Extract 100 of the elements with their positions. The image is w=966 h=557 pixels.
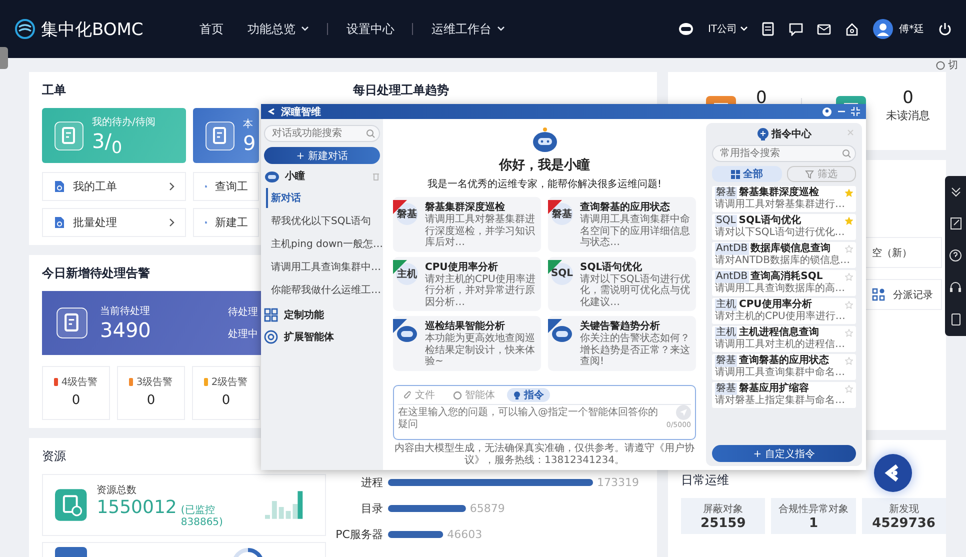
alert-level-tile[interactable]: 2级告警 0 [192, 366, 260, 420]
company-dropdown[interactable]: IT公司 [708, 22, 748, 36]
star-icon[interactable] [845, 301, 853, 309]
category-tag: 主机 [396, 262, 418, 284]
stat-tile[interactable]: 新发现 4529736 [862, 498, 946, 534]
command-title: 磐基集群深度巡检 [739, 187, 819, 198]
feature-item[interactable]: 扩展智能体 [264, 330, 380, 344]
star-icon[interactable] [845, 217, 853, 225]
command-item[interactable]: 磐基 磐基应用扩缩容 请对磐基上指定集群与命名… [712, 382, 856, 408]
filter-tab[interactable]: 全部 [712, 166, 782, 182]
link-item[interactable]: 新建工 [193, 208, 259, 237]
home-icon[interactable] [845, 22, 859, 36]
side-handle[interactable] [0, 47, 8, 69]
command-title: 主机进程信息查询 [739, 327, 819, 338]
stat-tile[interactable]: 合规性异常对象 1 [771, 498, 856, 534]
nav-link[interactable]: 运维工作台 [425, 20, 512, 38]
banner-side-label: 处理中 [228, 328, 258, 341]
star-icon[interactable] [845, 245, 853, 253]
document-icon [55, 489, 87, 521]
card-title: SQL语句优化 [580, 260, 644, 274]
mail-icon[interactable] [817, 24, 831, 34]
command-item[interactable]: AntDB 查询高消耗SQL 请调用工具查询数据库的高… [712, 270, 856, 296]
section-title: 日常运维 [681, 472, 729, 489]
command-item[interactable]: SQL SQL语句优化 请对以下SQL语句进行优化… [712, 214, 856, 240]
double-chevron-icon[interactable] [950, 186, 962, 198]
link-item[interactable]: 我的工单 [42, 172, 186, 201]
star-icon[interactable] [845, 357, 853, 365]
message-count: 0 [902, 88, 914, 108]
command-description: 请调用工具对主机的进程信… [715, 339, 846, 351]
chat-item[interactable]: 新对话 [266, 188, 380, 208]
alert-level-tile[interactable]: 4级告警 0 [42, 366, 110, 420]
chat-item[interactable]: 主机ping down一般怎… [266, 234, 380, 254]
edit-icon[interactable] [950, 216, 962, 230]
monitored-count: (已监控838865) [180, 504, 224, 528]
suggestion-card[interactable]: 关键告警趋势分析 你关注的告警状态如何？增长趋势是否正常？来这查阅! [548, 316, 696, 370]
avatar-icon[interactable] [873, 19, 893, 39]
search-field[interactable]: 对话或功能搜索 [264, 125, 380, 142]
category-tag: SQL [551, 262, 573, 284]
command-title: SQL语句优化 [738, 215, 801, 226]
chat-item[interactable]: 请调用工具查询集群中… [266, 257, 380, 277]
funnel-icon [805, 170, 814, 178]
category-tag: SQL [715, 215, 737, 227]
star-icon[interactable] [845, 273, 853, 281]
card-title: 查询磐基的应用状态 [580, 200, 671, 214]
command-item[interactable]: 主机 CPU使用率分析 请对主机的CPU使用率进行… [712, 298, 856, 324]
feature-item[interactable]: 定制功能 [264, 308, 380, 322]
nav-link[interactable]: 设置中心 [340, 20, 400, 38]
link-item[interactable]: 查询工 [193, 172, 259, 201]
alert-level-tile[interactable]: 3级告警 0 [117, 366, 185, 420]
star-icon[interactable] [845, 329, 853, 337]
resource-tile[interactable]: 资源总数 1550012 (已监控838865) [42, 474, 326, 536]
nav-link[interactable]: 功能总览 [241, 20, 316, 38]
suggestion-card[interactable]: 巡检结果智能分析 本功能为更高效地查阅巡检结果定制设计，快来体验~ [393, 316, 541, 370]
search-field[interactable]: 常用指令搜索 [712, 145, 856, 162]
stat-label: 合规性异常对象 [778, 502, 848, 516]
chat-item[interactable]: 你能帮我做什么运维工… [266, 280, 380, 300]
command-description: 请对以下SQL语句进行优化… [715, 227, 846, 239]
category-tag: AntDB [715, 271, 749, 283]
command-item[interactable]: 磐基 查询磐基的应用状态 请调用工具查询集群中命名… [712, 354, 856, 380]
category-tag: 主机 [715, 327, 737, 339]
help-icon[interactable] [949, 248, 962, 262]
stat-value: 4529736 [872, 516, 936, 530]
greeting-heading: 你好，我是小瞳 [499, 156, 590, 174]
input-tab[interactable]: 指令 [507, 388, 550, 402]
link-item[interactable]: 批量处理 [42, 208, 186, 237]
document-icon[interactable] [762, 22, 775, 36]
new-chat-button[interactable]: + 新建对话 [264, 147, 380, 164]
collapse-icon[interactable] [851, 107, 860, 116]
tile-label: 本 [243, 118, 254, 130]
category-tag: 磐基 [715, 383, 737, 395]
phone-icon[interactable] [950, 313, 960, 326]
command-item[interactable]: 磐基 磐基集群深度巡检 请调用工具对磐基集群进行… [712, 186, 856, 212]
star-icon[interactable] [845, 189, 853, 197]
power-icon[interactable] [938, 22, 952, 36]
switch-link[interactable]: 切 [936, 58, 958, 72]
command-description: 请调用工具对磐基集群进行… [715, 199, 846, 211]
stat-tile[interactable]: 屏蔽对象 25159 [681, 498, 766, 534]
headset-icon[interactable] [949, 281, 962, 294]
message-label: 未读消息 [886, 108, 930, 123]
user-icon[interactable] [822, 106, 832, 116]
command-item[interactable]: 主机 主机进程信息查询 请调用工具对主机的进程信… [712, 326, 856, 352]
banner-side-label: 待处理 [228, 306, 258, 319]
tile-value: 1550012 [96, 496, 177, 518]
nav-link[interactable]: 首页 [193, 20, 230, 38]
value-label: 46603 [447, 528, 482, 541]
command-item[interactable]: AntDB 数据库锁信息查询 请对ANTDB数据库的锁信息… [712, 242, 856, 268]
category-label: 进程 [361, 476, 383, 489]
assistant-launcher-icon[interactable] [873, 453, 913, 493]
star-icon[interactable] [845, 385, 853, 393]
card-description: 本功能为更高效地查阅巡检结果定制设计，快来体验~ [425, 333, 536, 368]
window-title: 深瞳智维 [281, 105, 321, 118]
intro-text: 我是一名优秀的运维专家，能帮你解决很多运维问题! [427, 178, 662, 191]
user-name[interactable]: 傅*廷 [899, 22, 924, 36]
tile-label: 空（新） [872, 246, 912, 260]
category-tag: 磐基 [396, 203, 418, 225]
stat-tile[interactable]: 本 9 [193, 108, 259, 163]
tile-label: 我的待办/待阅 [92, 116, 156, 128]
chat-item[interactable]: 帮我优化以下SQL语句 [266, 211, 380, 231]
custom-command-button[interactable]: + 自定义指令 [712, 445, 856, 462]
chat-icon[interactable] [789, 22, 803, 36]
